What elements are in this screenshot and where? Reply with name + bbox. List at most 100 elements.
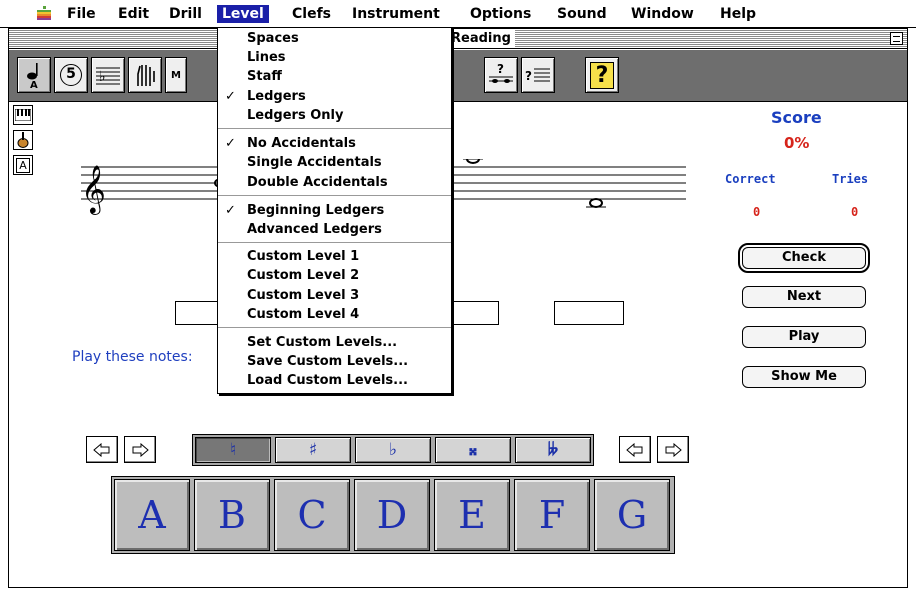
menu-item-custom-level-3[interactable]: Custom Level 3 xyxy=(218,286,451,305)
play-button[interactable]: Play xyxy=(742,326,866,348)
menu-edit[interactable]: Edit xyxy=(118,5,149,23)
menu-item-spaces[interactable]: Spaces xyxy=(218,29,451,48)
menu-item-label: Beginning Ledgers xyxy=(247,203,385,218)
ledger-quiz-tool-button[interactable]: ? xyxy=(484,57,518,93)
menu-window[interactable]: Window xyxy=(631,5,694,23)
menu-item-no-accidentals[interactable]: ✓ No Accidentals xyxy=(218,134,451,153)
key-signature-icon: ♭ xyxy=(96,67,120,85)
menu-item-label: Custom Level 1 xyxy=(247,249,360,264)
more-tools-button[interactable]: M xyxy=(165,57,187,93)
menu-item-custom-level-1[interactable]: Custom Level 1 xyxy=(218,247,451,266)
menu-item-single-accidentals[interactable]: Single Accidentals xyxy=(218,153,451,172)
key-signature-tool-button[interactable]: ♭ xyxy=(91,57,125,93)
menu-separator xyxy=(218,242,451,243)
menu-item-label: Custom Level 4 xyxy=(247,307,360,322)
circled-five-icon: 5 xyxy=(60,64,82,86)
scroll-right-button-2[interactable] xyxy=(657,436,689,463)
letter-names-icon[interactable]: A xyxy=(13,155,33,175)
sharp-button[interactable]: ♯ xyxy=(275,437,351,463)
menu-item-advanced-ledgers[interactable]: Advanced Ledgers xyxy=(218,220,451,239)
menu-item-beginning-ledgers[interactable]: ✓ Beginning Ledgers xyxy=(218,201,451,220)
note-c-button[interactable]: C xyxy=(274,479,350,551)
check-mark-icon: ✓ xyxy=(225,203,236,218)
next-button[interactable]: Next xyxy=(742,286,866,308)
menu-item-label: Single Accidentals xyxy=(247,155,382,170)
flat-button[interactable]: ♭ xyxy=(355,437,431,463)
menu-item-staff[interactable]: Staff xyxy=(218,67,451,86)
menu-options[interactable]: Options xyxy=(470,5,531,23)
answer-box-2 xyxy=(449,301,499,325)
rhythm-tool-button[interactable] xyxy=(128,57,162,93)
note-b-button[interactable]: B xyxy=(194,479,270,551)
menu-item-label: Spaces xyxy=(247,31,299,46)
staff-note xyxy=(466,159,480,164)
menu-level[interactable]: Level xyxy=(217,5,269,23)
zoom-box-icon[interactable] xyxy=(890,32,903,45)
check-mark-icon: ✓ xyxy=(225,136,236,151)
reading-window: Reading A 5 ♭ M ? ? ? A 𝄞 Play these not… xyxy=(8,28,908,588)
score-percent: 0% xyxy=(784,134,810,152)
question-mark-icon: ? xyxy=(589,61,615,89)
check-button[interactable]: Check xyxy=(738,243,870,273)
menu-help[interactable]: Help xyxy=(720,5,756,23)
window-title: Reading xyxy=(447,30,515,47)
menu-item-double-accidentals[interactable]: Double Accidentals xyxy=(218,173,451,192)
scroll-right-button[interactable] xyxy=(124,436,156,463)
keyboard-icon[interactable] xyxy=(13,105,33,125)
scroll-left-button[interactable] xyxy=(86,436,118,463)
staff-note xyxy=(589,198,603,208)
score-title: Score xyxy=(771,108,822,127)
natural-button[interactable]: ♮ xyxy=(195,437,271,463)
toolbar: A 5 ♭ M ? ? ? xyxy=(9,50,907,102)
show-me-button[interactable]: Show Me xyxy=(742,366,866,388)
note-buttons-bar: A B C D E F G xyxy=(111,476,675,554)
menu-item-label: Advanced Ledgers xyxy=(247,222,382,237)
answer-box-3 xyxy=(554,301,624,325)
menu-item-label: Double Accidentals xyxy=(247,175,388,190)
menu-item-ledgers[interactable]: ✓ Ledgers xyxy=(218,87,451,106)
menu-separator xyxy=(218,195,451,196)
menu-clefs[interactable]: Clefs xyxy=(292,5,331,23)
note-g-button[interactable]: G xyxy=(594,479,670,551)
menu-item-set-custom-levels[interactable]: Set Custom Levels... xyxy=(218,333,451,352)
double-flat-button[interactable]: 𝄫 xyxy=(515,437,591,463)
menu-item-label: Custom Level 2 xyxy=(247,268,360,283)
menu-item-label: Custom Level 3 xyxy=(247,288,360,303)
guitar-icon[interactable] xyxy=(13,130,33,150)
svg-text:♭: ♭ xyxy=(99,69,106,85)
menu-item-custom-level-2[interactable]: Custom Level 2 xyxy=(218,266,451,285)
arrow-left-icon xyxy=(626,442,643,457)
menu-separator xyxy=(218,128,451,129)
menu-item-custom-level-4[interactable]: Custom Level 4 xyxy=(218,305,451,324)
apple-icon[interactable] xyxy=(36,6,52,22)
question-clef-icon: ? xyxy=(525,68,550,83)
menu-item-lines[interactable]: Lines xyxy=(218,48,451,67)
staff-quiz-tool-button[interactable]: ? xyxy=(521,57,555,93)
menu-drill[interactable]: Drill xyxy=(169,5,202,23)
accidental-bar: ♮ ♯ ♭ 𝄪 𝄫 xyxy=(192,434,594,466)
note-d-button[interactable]: D xyxy=(354,479,430,551)
menu-instrument[interactable]: Instrument xyxy=(352,5,440,23)
arrow-right-icon xyxy=(665,442,682,457)
help-tool-button[interactable]: ? xyxy=(585,57,619,93)
menu-item-label: Ledgers Only xyxy=(247,108,344,123)
menu-sound[interactable]: Sound xyxy=(557,5,607,23)
double-sharp-button[interactable]: 𝄪 xyxy=(435,437,511,463)
menu-file[interactable]: File xyxy=(67,5,96,23)
menu-item-load-custom-levels[interactable]: Load Custom Levels... xyxy=(218,371,451,390)
treble-clef-icon: 𝄞 xyxy=(81,164,106,215)
note-a-button[interactable]: A xyxy=(114,479,190,551)
interval-tool-button[interactable]: 5 xyxy=(54,57,88,93)
note-e-button[interactable]: E xyxy=(434,479,510,551)
svg-text:?: ? xyxy=(525,69,532,83)
menu-item-label: Set Custom Levels... xyxy=(247,335,398,350)
note-f-button[interactable]: F xyxy=(514,479,590,551)
arrow-right-icon xyxy=(132,442,149,457)
menu-item-label: Staff xyxy=(247,69,282,84)
menu-item-ledgers-only[interactable]: Ledgers Only xyxy=(218,106,451,125)
menu-item-save-custom-levels[interactable]: Save Custom Levels... xyxy=(218,352,451,371)
scroll-left-button-2[interactable] xyxy=(619,436,651,463)
window-titlebar[interactable]: Reading xyxy=(9,29,907,49)
note-reading-tool-button[interactable]: A xyxy=(17,57,51,93)
level-menu: Spaces Lines Staff ✓ Ledgers Ledgers Only… xyxy=(217,27,452,394)
